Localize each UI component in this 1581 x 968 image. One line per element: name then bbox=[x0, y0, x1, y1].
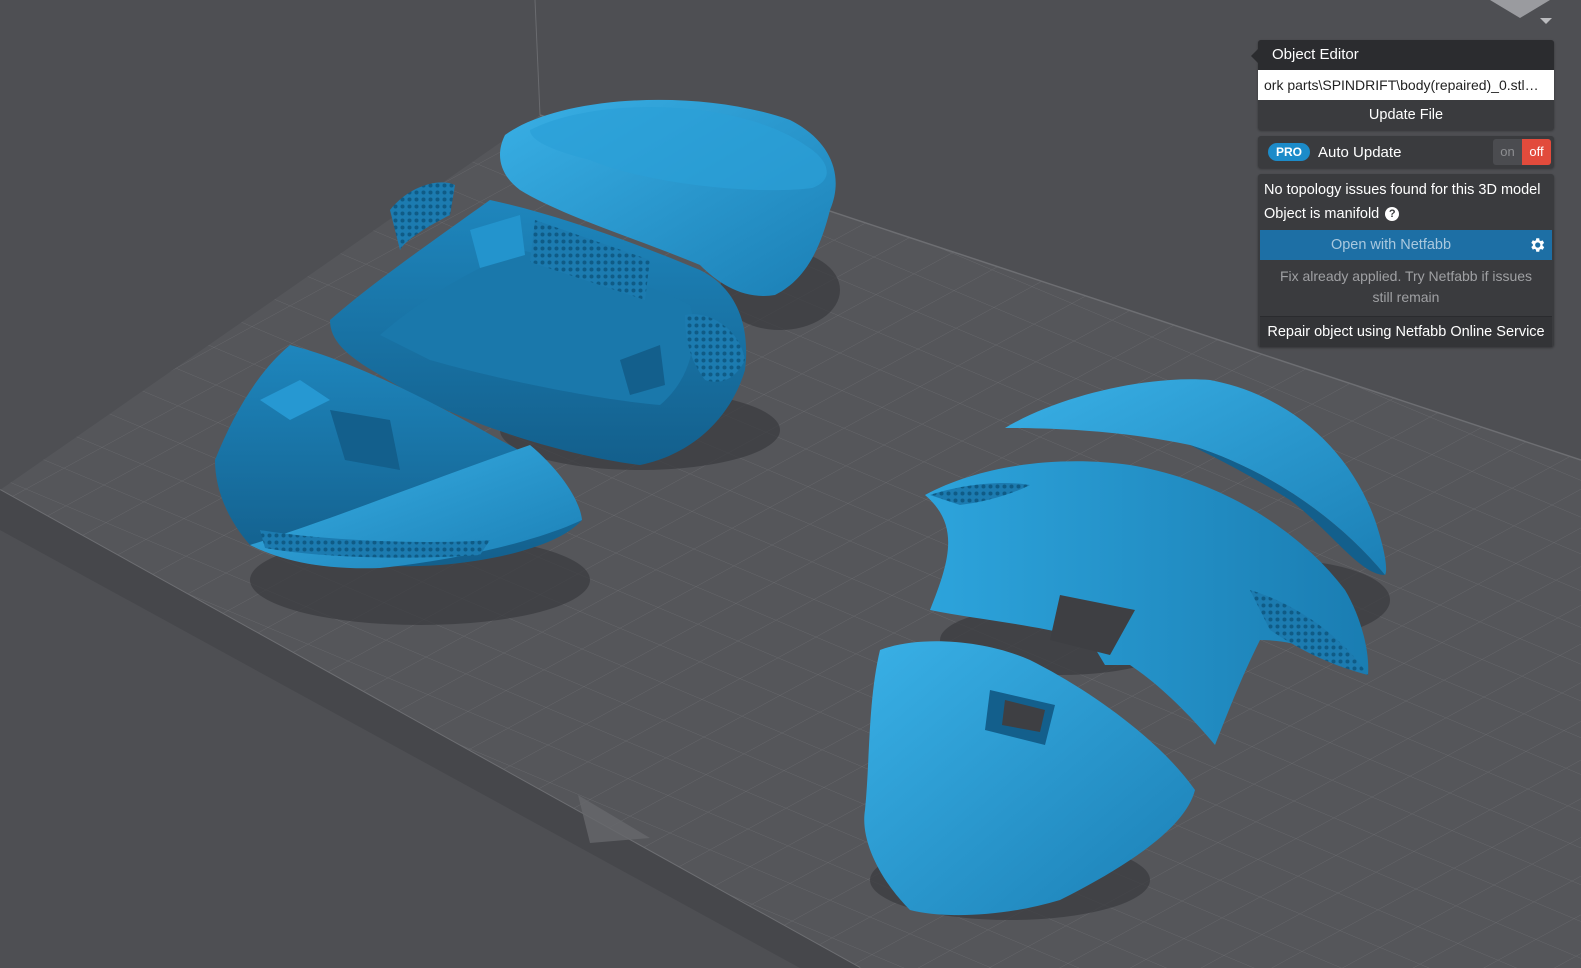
manifold-message: Object is manifold bbox=[1264, 206, 1380, 222]
open-with-netfabb-label: Open with Netfabb bbox=[1330, 237, 1452, 253]
topology-message: No topology issues found for this 3D mod… bbox=[1264, 182, 1541, 198]
repair-netfabb-online-button[interactable]: Repair object using Netfabb Online Servi… bbox=[1260, 316, 1552, 347]
gear-icon[interactable] bbox=[1522, 230, 1552, 260]
view-cube-icon[interactable] bbox=[1480, 0, 1560, 30]
file-path-input[interactable] bbox=[1258, 70, 1554, 100]
help-icon[interactable]: ? bbox=[1385, 207, 1400, 221]
repair-block: No topology issues found for this 3D mod… bbox=[1258, 174, 1554, 347]
manifold-line: Object is manifold? bbox=[1264, 202, 1548, 226]
object-editor-title: Object Editor bbox=[1258, 40, 1554, 70]
pro-badge: PRO bbox=[1268, 143, 1311, 161]
topology-status: No topology issues found for this 3D mod… bbox=[1258, 174, 1554, 226]
open-with-netfabb-button[interactable]: Open with Netfabb bbox=[1260, 230, 1552, 260]
netfabb-hint: Fix already applied. Try Netfabb if issu… bbox=[1279, 268, 1533, 305]
auto-update-row: PRO Auto Update on off bbox=[1258, 136, 1554, 168]
auto-update-toggle[interactable]: on off bbox=[1493, 139, 1551, 165]
auto-update-label: Auto Update bbox=[1318, 143, 1402, 161]
toggle-on-option[interactable]: on bbox=[1493, 139, 1522, 165]
object-editor-panel: Object Editor Update File PRO Auto Updat… bbox=[1251, 40, 1554, 353]
toggle-off-option[interactable]: off bbox=[1522, 139, 1551, 165]
update-file-button[interactable]: Update File bbox=[1258, 100, 1554, 130]
panel-pointer bbox=[1251, 49, 1258, 63]
file-block: Object Editor Update File bbox=[1258, 40, 1554, 130]
